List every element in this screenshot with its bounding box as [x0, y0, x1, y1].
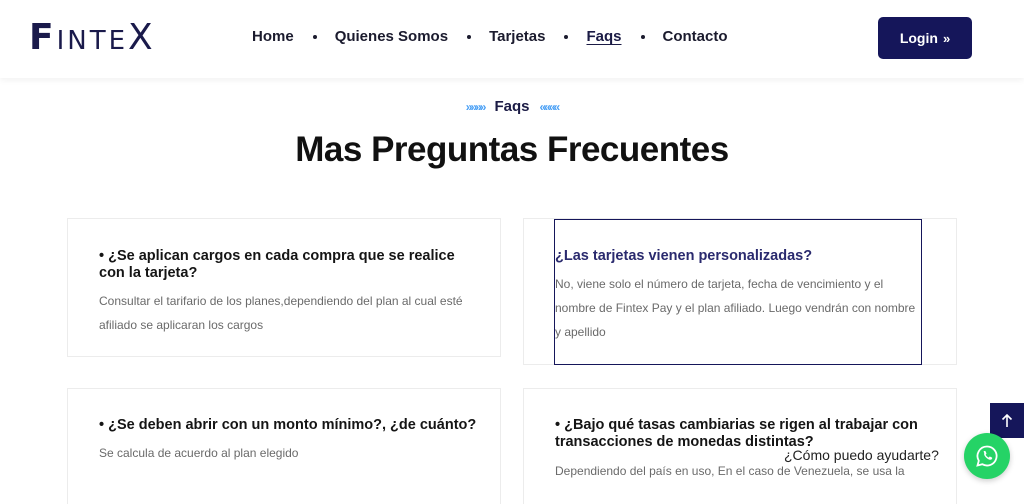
faq-card[interactable]: • ¿Bajo qué tasas cambiarias se rigen al… — [523, 388, 957, 504]
faq-answer: No, viene solo el número de tarjeta, fec… — [555, 277, 916, 339]
faq-answer: Se calcula de acuerdo al plan elegido — [99, 446, 299, 460]
main-nav: Home Quienes Somos Tarjetas Faqs Contact… — [252, 28, 728, 45]
arrow-up-icon — [1001, 413, 1013, 427]
faq-question: • ¿Bajo qué tasas cambiarias se rigen al… — [555, 417, 918, 450]
login-button[interactable]: Login » — [878, 17, 972, 59]
faq-card-focused[interactable]: ¿Las tarjetas vienen personalizadas? No,… — [554, 219, 922, 365]
whatsapp-icon — [976, 445, 998, 467]
nav-contacto[interactable]: Contacto — [663, 28, 728, 45]
nav-tarjetas[interactable]: Tarjetas — [489, 28, 545, 45]
whatsapp-button[interactable] — [964, 433, 1010, 479]
faq-question: ¿Las tarjetas vienen personalizadas? — [555, 248, 813, 264]
eyebrow-label: Faqs — [494, 98, 530, 115]
login-label: Login — [899, 30, 938, 46]
faq-card[interactable]: • ¿Se aplican cargos en cada compra que … — [67, 218, 501, 357]
double-arrows-right-icon: »»»» — [465, 99, 487, 114]
nav-home[interactable]: Home — [252, 28, 294, 45]
double-chevron-right-icon: » — [942, 30, 951, 46]
nav-separator — [640, 34, 645, 39]
nav-faqs[interactable]: Faqs — [586, 28, 621, 45]
double-arrows-left-icon: «««« — [539, 99, 561, 114]
chat-help-text: ¿Cómo puedo ayudarte? — [784, 447, 939, 463]
site-header: F INTE X Home Quienes Somos Tarjetas Faqs … — [0, 0, 1024, 78]
section-eyebrow: »»»» Faqs «««« — [0, 98, 1024, 115]
page-title: Mas Preguntas Frecuentes — [295, 130, 729, 169]
fintex-logo[interactable]: F INTE X — [29, 18, 156, 58]
nav-separator — [564, 34, 569, 39]
nav-separator — [312, 34, 317, 39]
nav-quienes-somos[interactable]: Quienes Somos — [335, 28, 448, 45]
scroll-to-top-button[interactable] — [990, 403, 1024, 438]
faq-answer: Consultar el tarifario de los planes,dep… — [99, 294, 463, 332]
faq-card[interactable]: • ¿Se deben abrir con un monto mínimo?, … — [67, 388, 501, 504]
faq-question: • ¿Se deben abrir con un monto mínimo?, … — [99, 417, 477, 433]
faq-question: • ¿Se aplican cargos en cada compra que … — [99, 248, 455, 281]
nav-separator — [467, 34, 472, 39]
